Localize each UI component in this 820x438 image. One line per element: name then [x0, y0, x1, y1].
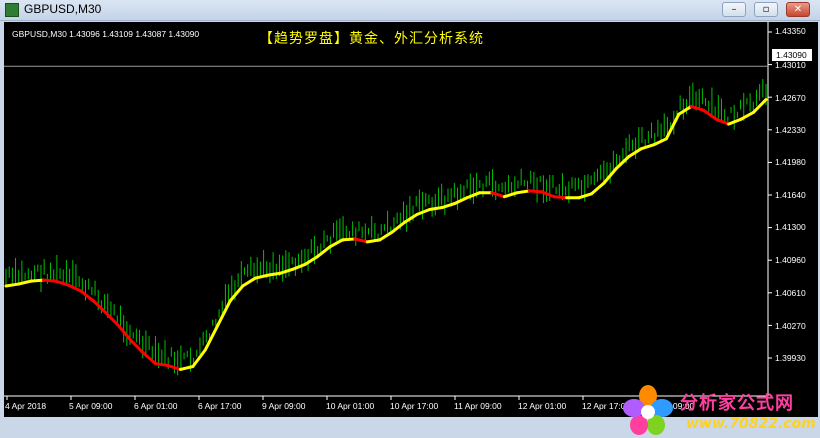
trend-line-segment: [166, 364, 182, 371]
trend-line-segment: [552, 195, 569, 200]
price-axis-label: 1.42670: [775, 93, 806, 103]
watermark-site-name: 分析家公式网: [680, 393, 794, 414]
trend-line-segment: [727, 117, 743, 126]
trend-line-segment: [428, 206, 444, 211]
trend-line-segment: [752, 98, 768, 114]
symbol-quote-line: GBPUSD,M30 1.43096 1.43109 1.43087 1.430…: [12, 29, 200, 39]
price-axis-label: 1.41980: [775, 157, 806, 167]
price-axis-label: 1.42330: [775, 125, 806, 135]
trend-line-segment: [241, 276, 257, 288]
trend-line: [4, 98, 768, 371]
window-title: GBPUSD,M30: [24, 2, 102, 16]
trend-line-segment: [303, 255, 319, 266]
window-titlebar: GBPUSD,M30 – ▫ ✕: [0, 0, 820, 21]
trend-line-segment: [91, 299, 108, 315]
trend-line-segment: [652, 137, 668, 147]
trend-line-segment: [216, 299, 232, 327]
trend-line-segment: [440, 202, 457, 210]
flower-logo-icon: [623, 385, 673, 435]
trend-line-segment: [689, 104, 706, 112]
trend-line-segment: [191, 348, 207, 369]
price-chart[interactable]: GBPUSD,M30 1.43096 1.43109 1.43087 1.430…: [4, 22, 818, 435]
trend-line-segment: [328, 238, 344, 249]
trend-line-segment: [577, 192, 594, 200]
price-axis-label: 1.43010: [775, 60, 806, 70]
watermark-site-url: www.70822.com: [686, 416, 816, 432]
time-axis-label: 6 Apr 01:00: [134, 401, 178, 411]
price-bars: [5, 79, 767, 376]
time-axis-label: 9 Apr 09:00: [262, 401, 306, 411]
time-axis-label: 6 Apr 17:00: [198, 401, 242, 411]
trend-line-segment: [664, 112, 681, 141]
indicator-headline: 【趋势罗盘】黄金、外汇分析系统: [259, 31, 484, 47]
trend-line-segment: [340, 237, 357, 242]
trend-line-segment: [104, 311, 120, 327]
trend-line-segment: [590, 181, 606, 196]
price-axis-label: 1.39930: [775, 353, 806, 363]
chart-canvas: [4, 22, 772, 400]
minimize-button[interactable]: –: [722, 2, 746, 17]
trend-line-segment: [527, 189, 544, 194]
price-axis-label: 1.43350: [775, 26, 806, 36]
trend-line-segment: [266, 271, 282, 277]
time-axis-label: 4 Apr 2018: [5, 401, 47, 411]
trend-line-segment: [154, 362, 170, 368]
time-axis-label: 5 Apr 09:00: [69, 401, 113, 411]
time-axis-label: 10 Apr 01:00: [326, 401, 375, 411]
trend-line-segment: [278, 267, 295, 275]
trend-line-segment: [739, 110, 756, 121]
close-button[interactable]: ✕: [786, 2, 810, 17]
trend-line-segment: [702, 108, 718, 121]
trend-line-segment: [365, 238, 382, 244]
site-watermark: 分析家公式网 www.70822.com: [622, 384, 818, 438]
trend-line-segment: [178, 365, 195, 371]
chart-window-icon: [5, 3, 19, 17]
price-axis-label: 1.40610: [775, 288, 806, 298]
trend-line-segment: [677, 104, 693, 116]
price-axis-label: 1.41640: [775, 190, 806, 200]
time-axis-label: 12 Apr 01:00: [518, 401, 567, 411]
trend-line-segment: [4, 282, 20, 288]
trend-line-segment: [515, 189, 531, 195]
restore-button[interactable]: ▫: [754, 2, 778, 17]
time-axis-label: 10 Apr 17:00: [390, 401, 439, 411]
trend-line-segment: [315, 245, 332, 259]
trend-line-segment: [116, 323, 133, 342]
trend-line-segment: [639, 143, 656, 151]
time-axis-label: 11 Apr 09:00: [454, 401, 502, 411]
price-axis-label: 1.40270: [775, 321, 806, 331]
trend-line-segment: [79, 289, 95, 303]
price-axis-label: 1.41300: [775, 222, 806, 232]
price-axis-label: 1.40960: [775, 255, 806, 265]
trend-line-segment: [203, 323, 220, 352]
trend-line-segment: [41, 278, 58, 283]
trend-line-segment: [29, 278, 45, 283]
trend-line-segment: [141, 351, 158, 366]
trend-line-segment: [490, 191, 506, 199]
trend-line-segment: [16, 279, 33, 286]
